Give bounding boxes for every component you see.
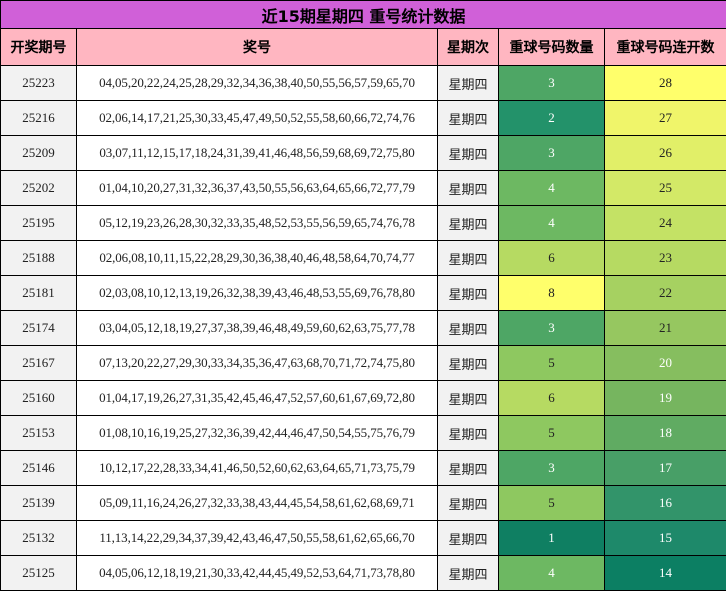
cell-issue: 25167 bbox=[1, 346, 77, 381]
cell-repeat-streak: 24 bbox=[605, 206, 726, 241]
cell-weekday: 星期四 bbox=[438, 101, 499, 136]
cell-repeat-count: 5 bbox=[499, 346, 605, 381]
table-row: 2520903,07,11,12,15,17,18,24,31,39,41,46… bbox=[1, 136, 726, 171]
cell-numbers: 10,12,17,22,28,33,34,41,46,50,52,60,62,6… bbox=[77, 451, 438, 486]
table-row: 2519505,12,19,23,26,28,30,32,33,35,48,52… bbox=[1, 206, 726, 241]
cell-issue: 25132 bbox=[1, 521, 77, 556]
cell-repeat-streak: 19 bbox=[605, 381, 726, 416]
cell-repeat-count: 4 bbox=[499, 556, 605, 591]
cell-repeat-streak: 21 bbox=[605, 311, 726, 346]
cell-weekday: 星期四 bbox=[438, 276, 499, 311]
cell-issue: 25209 bbox=[1, 136, 77, 171]
cell-weekday: 星期四 bbox=[438, 346, 499, 381]
cell-repeat-streak: 20 bbox=[605, 346, 726, 381]
cell-numbers: 04,05,20,22,24,25,28,29,32,34,36,38,40,5… bbox=[77, 66, 438, 101]
cell-repeat-streak: 22 bbox=[605, 276, 726, 311]
cell-repeat-streak: 23 bbox=[605, 241, 726, 276]
cell-issue: 25139 bbox=[1, 486, 77, 521]
cell-repeat-count: 5 bbox=[499, 416, 605, 451]
cell-numbers: 02,06,14,17,21,25,30,33,45,47,49,50,52,5… bbox=[77, 101, 438, 136]
cell-weekday: 星期四 bbox=[438, 416, 499, 451]
cell-repeat-count: 8 bbox=[499, 276, 605, 311]
cell-issue: 25160 bbox=[1, 381, 77, 416]
cell-repeat-streak: 18 bbox=[605, 416, 726, 451]
cell-repeat-streak: 27 bbox=[605, 101, 726, 136]
cell-weekday: 星期四 bbox=[438, 486, 499, 521]
table-row: 2515301,08,10,16,19,25,27,32,36,39,42,44… bbox=[1, 416, 726, 451]
cell-numbers: 04,05,06,12,18,19,21,30,33,42,44,45,49,5… bbox=[77, 556, 438, 591]
table-row: 2516001,04,17,19,26,27,31,35,42,45,46,47… bbox=[1, 381, 726, 416]
cell-issue: 25125 bbox=[1, 556, 77, 591]
title-row: 近15期星期四 重号统计数据 bbox=[1, 1, 726, 29]
cell-issue: 25153 bbox=[1, 416, 77, 451]
cell-weekday: 星期四 bbox=[438, 206, 499, 241]
cell-weekday: 星期四 bbox=[438, 556, 499, 591]
header-weekday: 星期次 bbox=[438, 29, 499, 66]
cell-numbers: 02,03,08,10,12,13,19,26,32,38,39,43,46,4… bbox=[77, 276, 438, 311]
table-row: 2514610,12,17,22,28,33,34,41,46,50,52,60… bbox=[1, 451, 726, 486]
cell-weekday: 星期四 bbox=[438, 381, 499, 416]
cell-numbers: 01,04,17,19,26,27,31,35,42,45,46,47,52,5… bbox=[77, 381, 438, 416]
cell-repeat-count: 4 bbox=[499, 171, 605, 206]
cell-repeat-count: 3 bbox=[499, 311, 605, 346]
table-row: 2520201,04,10,20,27,31,32,36,37,43,50,55… bbox=[1, 171, 726, 206]
cell-weekday: 星期四 bbox=[438, 311, 499, 346]
table-title: 近15期星期四 重号统计数据 bbox=[1, 1, 726, 29]
cell-repeat-count: 6 bbox=[499, 381, 605, 416]
repeat-stats-table: 近15期星期四 重号统计数据 开奖期号 奖号 星期次 重球号码数量 重球号码连开… bbox=[0, 0, 726, 591]
cell-issue: 25202 bbox=[1, 171, 77, 206]
table-row: 2513211,13,14,22,29,34,37,39,42,43,46,47… bbox=[1, 521, 726, 556]
header-issue: 开奖期号 bbox=[1, 29, 77, 66]
cell-repeat-streak: 17 bbox=[605, 451, 726, 486]
cell-issue: 25181 bbox=[1, 276, 77, 311]
header-numbers: 奖号 bbox=[77, 29, 438, 66]
cell-numbers: 01,08,10,16,19,25,27,32,36,39,42,44,46,4… bbox=[77, 416, 438, 451]
cell-numbers: 03,04,05,12,18,19,27,37,38,39,46,48,49,5… bbox=[77, 311, 438, 346]
cell-repeat-count: 3 bbox=[499, 136, 605, 171]
table-row: 2516707,13,20,22,27,29,30,33,34,35,36,47… bbox=[1, 346, 726, 381]
cell-numbers: 01,04,10,20,27,31,32,36,37,43,50,55,56,6… bbox=[77, 171, 438, 206]
table-row: 2518102,03,08,10,12,13,19,26,32,38,39,43… bbox=[1, 276, 726, 311]
cell-weekday: 星期四 bbox=[438, 66, 499, 101]
cell-numbers: 05,09,11,16,24,26,27,32,33,38,43,44,45,5… bbox=[77, 486, 438, 521]
table-row: 2513905,09,11,16,24,26,27,32,33,38,43,44… bbox=[1, 486, 726, 521]
cell-issue: 25174 bbox=[1, 311, 77, 346]
cell-repeat-count: 3 bbox=[499, 451, 605, 486]
cell-issue: 25146 bbox=[1, 451, 77, 486]
cell-weekday: 星期四 bbox=[438, 136, 499, 171]
cell-issue: 25223 bbox=[1, 66, 77, 101]
header-repeat-streak: 重球号码连开数 bbox=[605, 29, 726, 66]
cell-issue: 25188 bbox=[1, 241, 77, 276]
cell-repeat-streak: 25 bbox=[605, 171, 726, 206]
cell-numbers: 03,07,11,12,15,17,18,24,31,39,41,46,48,5… bbox=[77, 136, 438, 171]
cell-numbers: 02,06,08,10,11,15,22,28,29,30,36,38,40,4… bbox=[77, 241, 438, 276]
header-repeat-count: 重球号码数量 bbox=[499, 29, 605, 66]
header-row: 开奖期号 奖号 星期次 重球号码数量 重球号码连开数 bbox=[1, 29, 726, 66]
table-row: 2518802,06,08,10,11,15,22,28,29,30,36,38… bbox=[1, 241, 726, 276]
cell-repeat-streak: 16 bbox=[605, 486, 726, 521]
cell-repeat-streak: 14 bbox=[605, 556, 726, 591]
cell-repeat-count: 2 bbox=[499, 101, 605, 136]
cell-repeat-streak: 28 bbox=[605, 66, 726, 101]
cell-issue: 25216 bbox=[1, 101, 77, 136]
cell-weekday: 星期四 bbox=[438, 171, 499, 206]
cell-numbers: 11,13,14,22,29,34,37,39,42,43,46,47,50,5… bbox=[77, 521, 438, 556]
cell-repeat-count: 6 bbox=[499, 241, 605, 276]
cell-repeat-count: 1 bbox=[499, 521, 605, 556]
cell-numbers: 05,12,19,23,26,28,30,32,33,35,48,52,53,5… bbox=[77, 206, 438, 241]
cell-weekday: 星期四 bbox=[438, 521, 499, 556]
table-row: 2522304,05,20,22,24,25,28,29,32,34,36,38… bbox=[1, 66, 726, 101]
cell-repeat-streak: 26 bbox=[605, 136, 726, 171]
cell-repeat-count: 3 bbox=[499, 66, 605, 101]
cell-weekday: 星期四 bbox=[438, 241, 499, 276]
table-row: 2521602,06,14,17,21,25,30,33,45,47,49,50… bbox=[1, 101, 726, 136]
table-row: 2512504,05,06,12,18,19,21,30,33,42,44,45… bbox=[1, 556, 726, 591]
cell-repeat-count: 5 bbox=[499, 486, 605, 521]
table-row: 2517403,04,05,12,18,19,27,37,38,39,46,48… bbox=[1, 311, 726, 346]
cell-repeat-count: 4 bbox=[499, 206, 605, 241]
cell-repeat-streak: 15 bbox=[605, 521, 726, 556]
cell-weekday: 星期四 bbox=[438, 451, 499, 486]
cell-numbers: 07,13,20,22,27,29,30,33,34,35,36,47,63,6… bbox=[77, 346, 438, 381]
cell-issue: 25195 bbox=[1, 206, 77, 241]
